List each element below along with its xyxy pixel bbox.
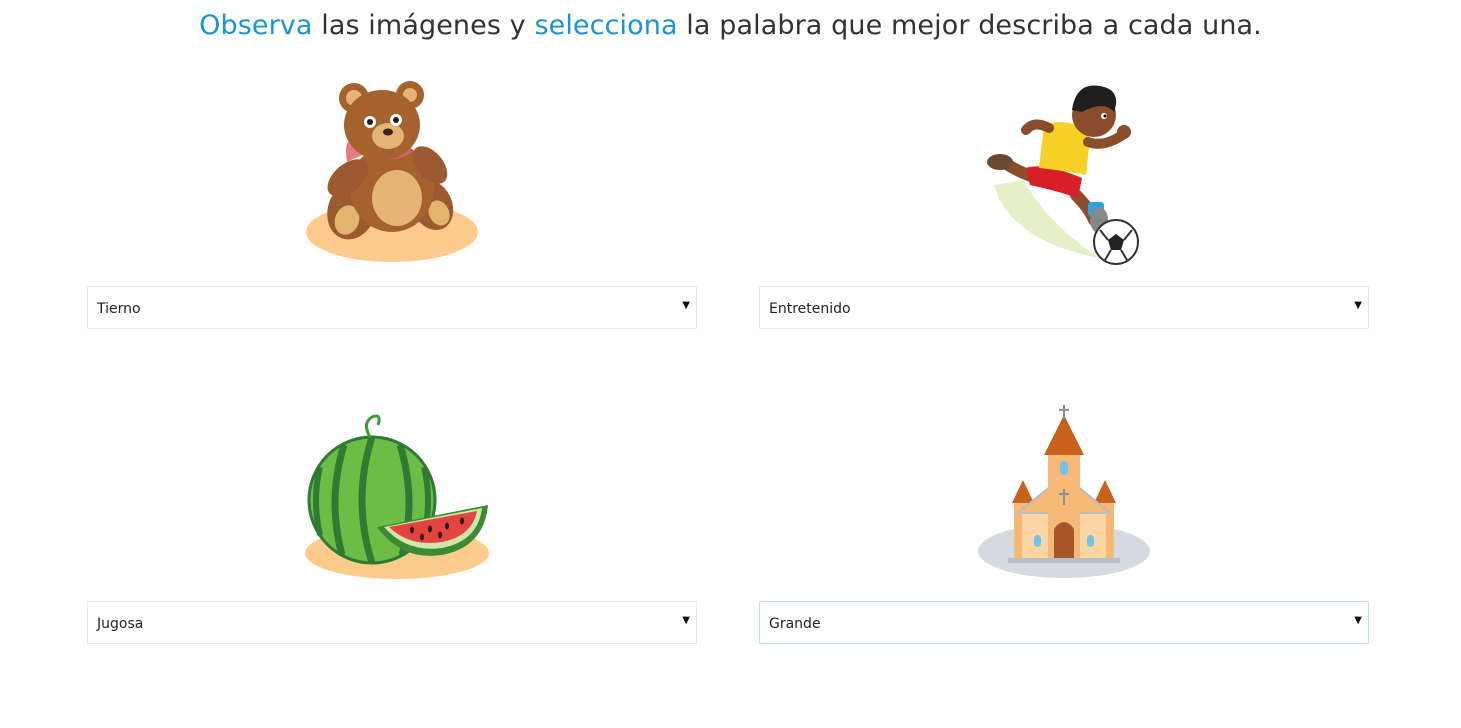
adjective-select-4-value: Grande xyxy=(769,616,821,632)
instruction-text-1: las imágenes y xyxy=(312,10,535,41)
watermelon-image xyxy=(305,414,489,579)
adjective-select-2-value: Entretenido xyxy=(769,301,851,317)
instruction-highlight-observa: Observa xyxy=(199,10,313,41)
adjective-select-4[interactable]: Grande ▼ xyxy=(759,601,1369,644)
adjective-select-1[interactable]: Tierno ▼ xyxy=(87,286,697,329)
church-image xyxy=(978,405,1150,578)
boy-playing-soccer-image xyxy=(987,85,1139,265)
instruction-title: Observa las imágenes y selecciona la pal… xyxy=(0,10,1461,41)
triangle-down-icon: ▼ xyxy=(682,300,690,311)
instruction-text-2: la palabra que mejor describa a cada una… xyxy=(677,10,1262,41)
adjective-select-3[interactable]: Jugosa ▼ xyxy=(87,601,697,644)
teddy-bear-image xyxy=(306,81,478,262)
triangle-down-icon: ▼ xyxy=(1354,300,1362,311)
instruction-highlight-selecciona: selecciona xyxy=(534,10,678,41)
adjective-select-2[interactable]: Entretenido ▼ xyxy=(759,286,1369,329)
adjective-select-1-value: Tierno xyxy=(97,301,141,317)
triangle-down-icon: ▼ xyxy=(1354,615,1362,626)
triangle-down-icon: ▼ xyxy=(682,615,690,626)
adjective-select-3-value: Jugosa xyxy=(97,616,144,632)
